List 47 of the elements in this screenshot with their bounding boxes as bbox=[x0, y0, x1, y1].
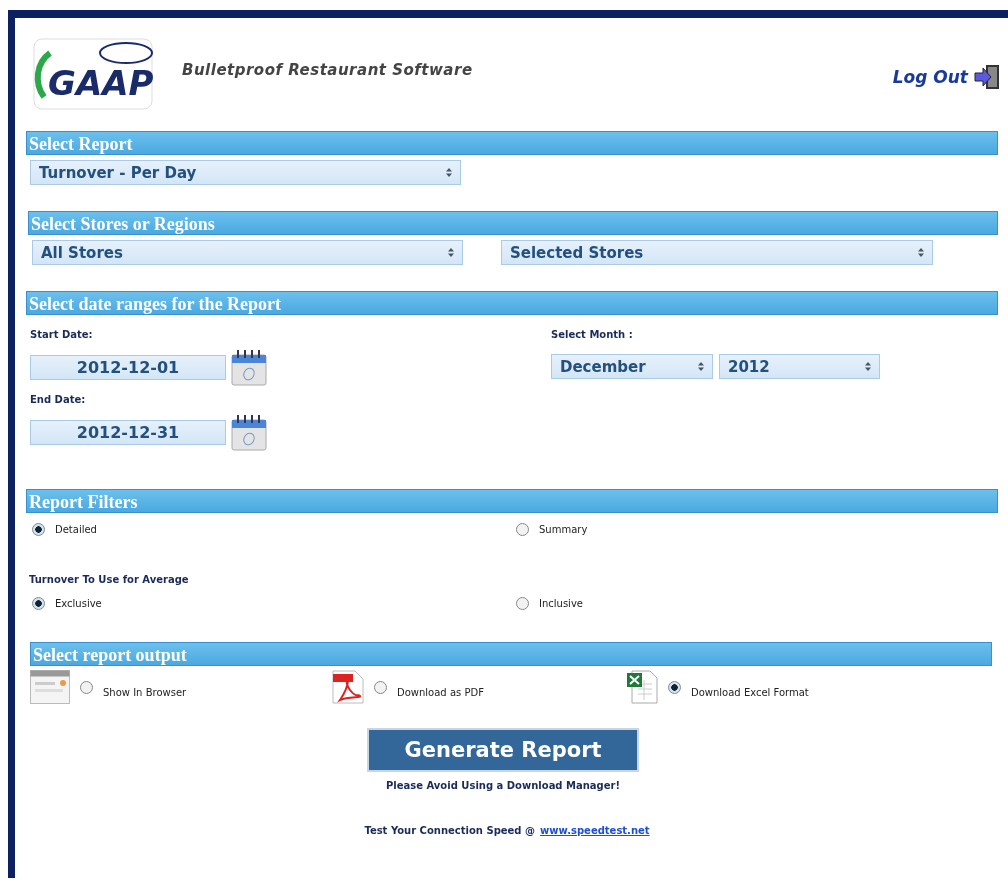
radio-button[interactable] bbox=[374, 680, 387, 694]
dropdown-arrows-icon bbox=[918, 248, 924, 257]
dropdown-arrows-icon bbox=[448, 248, 454, 257]
year-select[interactable]: 2012 bbox=[719, 354, 880, 379]
radio-label: Download as PDF bbox=[397, 686, 484, 698]
logout-icon bbox=[974, 64, 1000, 90]
excel-file-icon bbox=[626, 670, 658, 704]
radio-button[interactable] bbox=[32, 523, 45, 536]
section-header: Select date ranges for the Report bbox=[26, 291, 998, 315]
radio-button[interactable] bbox=[668, 680, 681, 694]
tagline: Bulletproof Restaurant Software bbox=[182, 61, 473, 79]
calendar-icon[interactable] bbox=[231, 413, 267, 451]
start-date-field[interactable]: 2012-12-01 bbox=[30, 354, 226, 380]
field-label: Turnover To Use for Average bbox=[28, 574, 190, 585]
store-select[interactable]: All Stores bbox=[32, 240, 463, 265]
end-date-field[interactable]: 2012-12-31 bbox=[30, 419, 226, 445]
generate-report-button[interactable]: Generate Report bbox=[367, 728, 639, 772]
calendar-icon[interactable] bbox=[231, 348, 267, 386]
dropdown-arrows-icon bbox=[446, 168, 452, 177]
radio-label: Summary bbox=[539, 524, 588, 535]
radio-button[interactable] bbox=[32, 597, 45, 610]
radio-label: Show In Browser bbox=[103, 686, 187, 698]
dropdown-arrows-icon bbox=[698, 362, 704, 371]
radio-label: Download Excel Format bbox=[691, 686, 809, 698]
field-label: Start Date: bbox=[30, 329, 94, 340]
logout-link[interactable]: Log Out bbox=[892, 64, 1000, 90]
section-header: Report Filters bbox=[26, 489, 998, 513]
pdf-file-icon bbox=[332, 670, 364, 704]
radio-button[interactable] bbox=[516, 523, 529, 536]
dropdown-arrows-icon bbox=[865, 362, 871, 371]
speed-test-link[interactable]: www.speedtest.net bbox=[540, 825, 650, 836]
radio-label: Detailed bbox=[55, 524, 97, 535]
field-label: Select Month : bbox=[551, 329, 634, 340]
radio-button[interactable] bbox=[516, 597, 529, 610]
speed-test-text: Test Your Connection Speed @ bbox=[364, 825, 535, 836]
section-header: Select report output bbox=[30, 642, 992, 666]
radio-button[interactable] bbox=[80, 680, 93, 694]
download-note: Please Avoid Using a Download Manager! bbox=[384, 780, 621, 791]
browser-window-icon bbox=[30, 670, 70, 704]
section-header: Select Stores or Regions bbox=[28, 211, 998, 235]
report-select[interactable]: Turnover - Per Day bbox=[30, 160, 461, 185]
radio-label: Exclusive bbox=[55, 598, 102, 609]
radio-label: Inclusive bbox=[539, 598, 583, 609]
field-label: End Date: bbox=[30, 394, 87, 405]
store-select[interactable]: Selected Stores bbox=[501, 240, 933, 265]
section-header: Select Report bbox=[26, 131, 998, 155]
month-select[interactable]: December bbox=[551, 354, 713, 379]
